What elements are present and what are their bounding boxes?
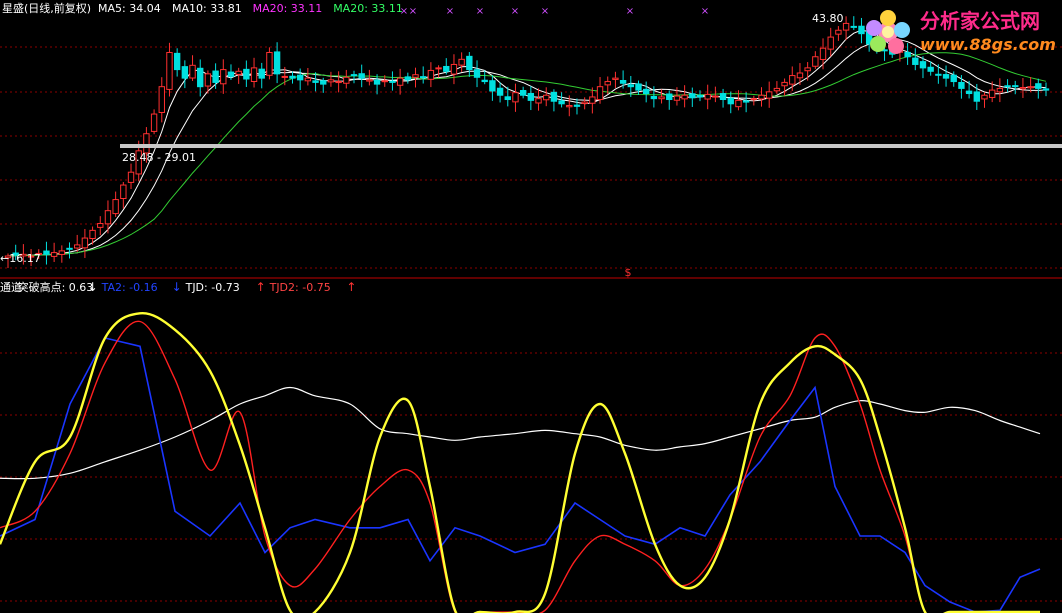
low-label: ←16.17 <box>0 252 41 265</box>
site-logo[interactable]: 分析家公式网 www.88gs.com <box>866 9 1056 54</box>
ma-legend-label: MA20: 33.11 <box>253 2 323 15</box>
signal-marker: × <box>446 6 454 17</box>
candle <box>266 47 273 80</box>
indicator-legend-label: 突破高点: 0.63 <box>18 280 94 294</box>
chart-canvas: 星盛(日线,前复权) MA5: 34.04 MA10: 33.81 MA20: 33.… <box>0 0 1062 613</box>
stock-chart-app: 星盛(日线,前复权) MA5: 34.04 MA10: 33.81 MA20: 33.… <box>0 0 1062 613</box>
signal-marker: × <box>409 6 417 17</box>
signal-marker: × <box>511 6 519 17</box>
trend-arrow-icon: ↓ <box>88 280 98 294</box>
high-label: 43.80 <box>812 12 844 25</box>
dollar-marker: $ <box>625 266 632 279</box>
signal-marker: × <box>541 6 549 17</box>
signal-marker: × <box>626 6 634 17</box>
support-band <box>120 144 1062 148</box>
indicator-legend-label: TJD2: -0.75 <box>269 281 331 294</box>
trend-arrow-icon: ↑ <box>256 280 266 294</box>
ma-legend-label: MA20: 33.11 <box>333 2 403 15</box>
logo-url: www.88gs.com <box>920 35 1056 54</box>
indicator-legend-label: TJD: -0.73 <box>185 281 240 294</box>
price-title: 星盛(日线,前复权) <box>2 1 91 15</box>
signal-marker: × <box>476 6 484 17</box>
signal-marker: × <box>701 6 709 17</box>
trend-arrow-icon: ↑ <box>346 280 356 294</box>
indicator-legend-label: TA2: -0.16 <box>101 281 158 294</box>
logo-title: 分析家公式网 <box>920 9 1040 33</box>
ma-legend-label: MA10: 33.81 <box>172 2 242 15</box>
ma-legend-label: MA5: 34.04 <box>98 2 161 15</box>
signal-marker: × <box>400 6 408 17</box>
trend-arrow-icon: ↓ <box>172 280 182 294</box>
band-label: 28.48 - 29.01 <box>122 151 196 164</box>
